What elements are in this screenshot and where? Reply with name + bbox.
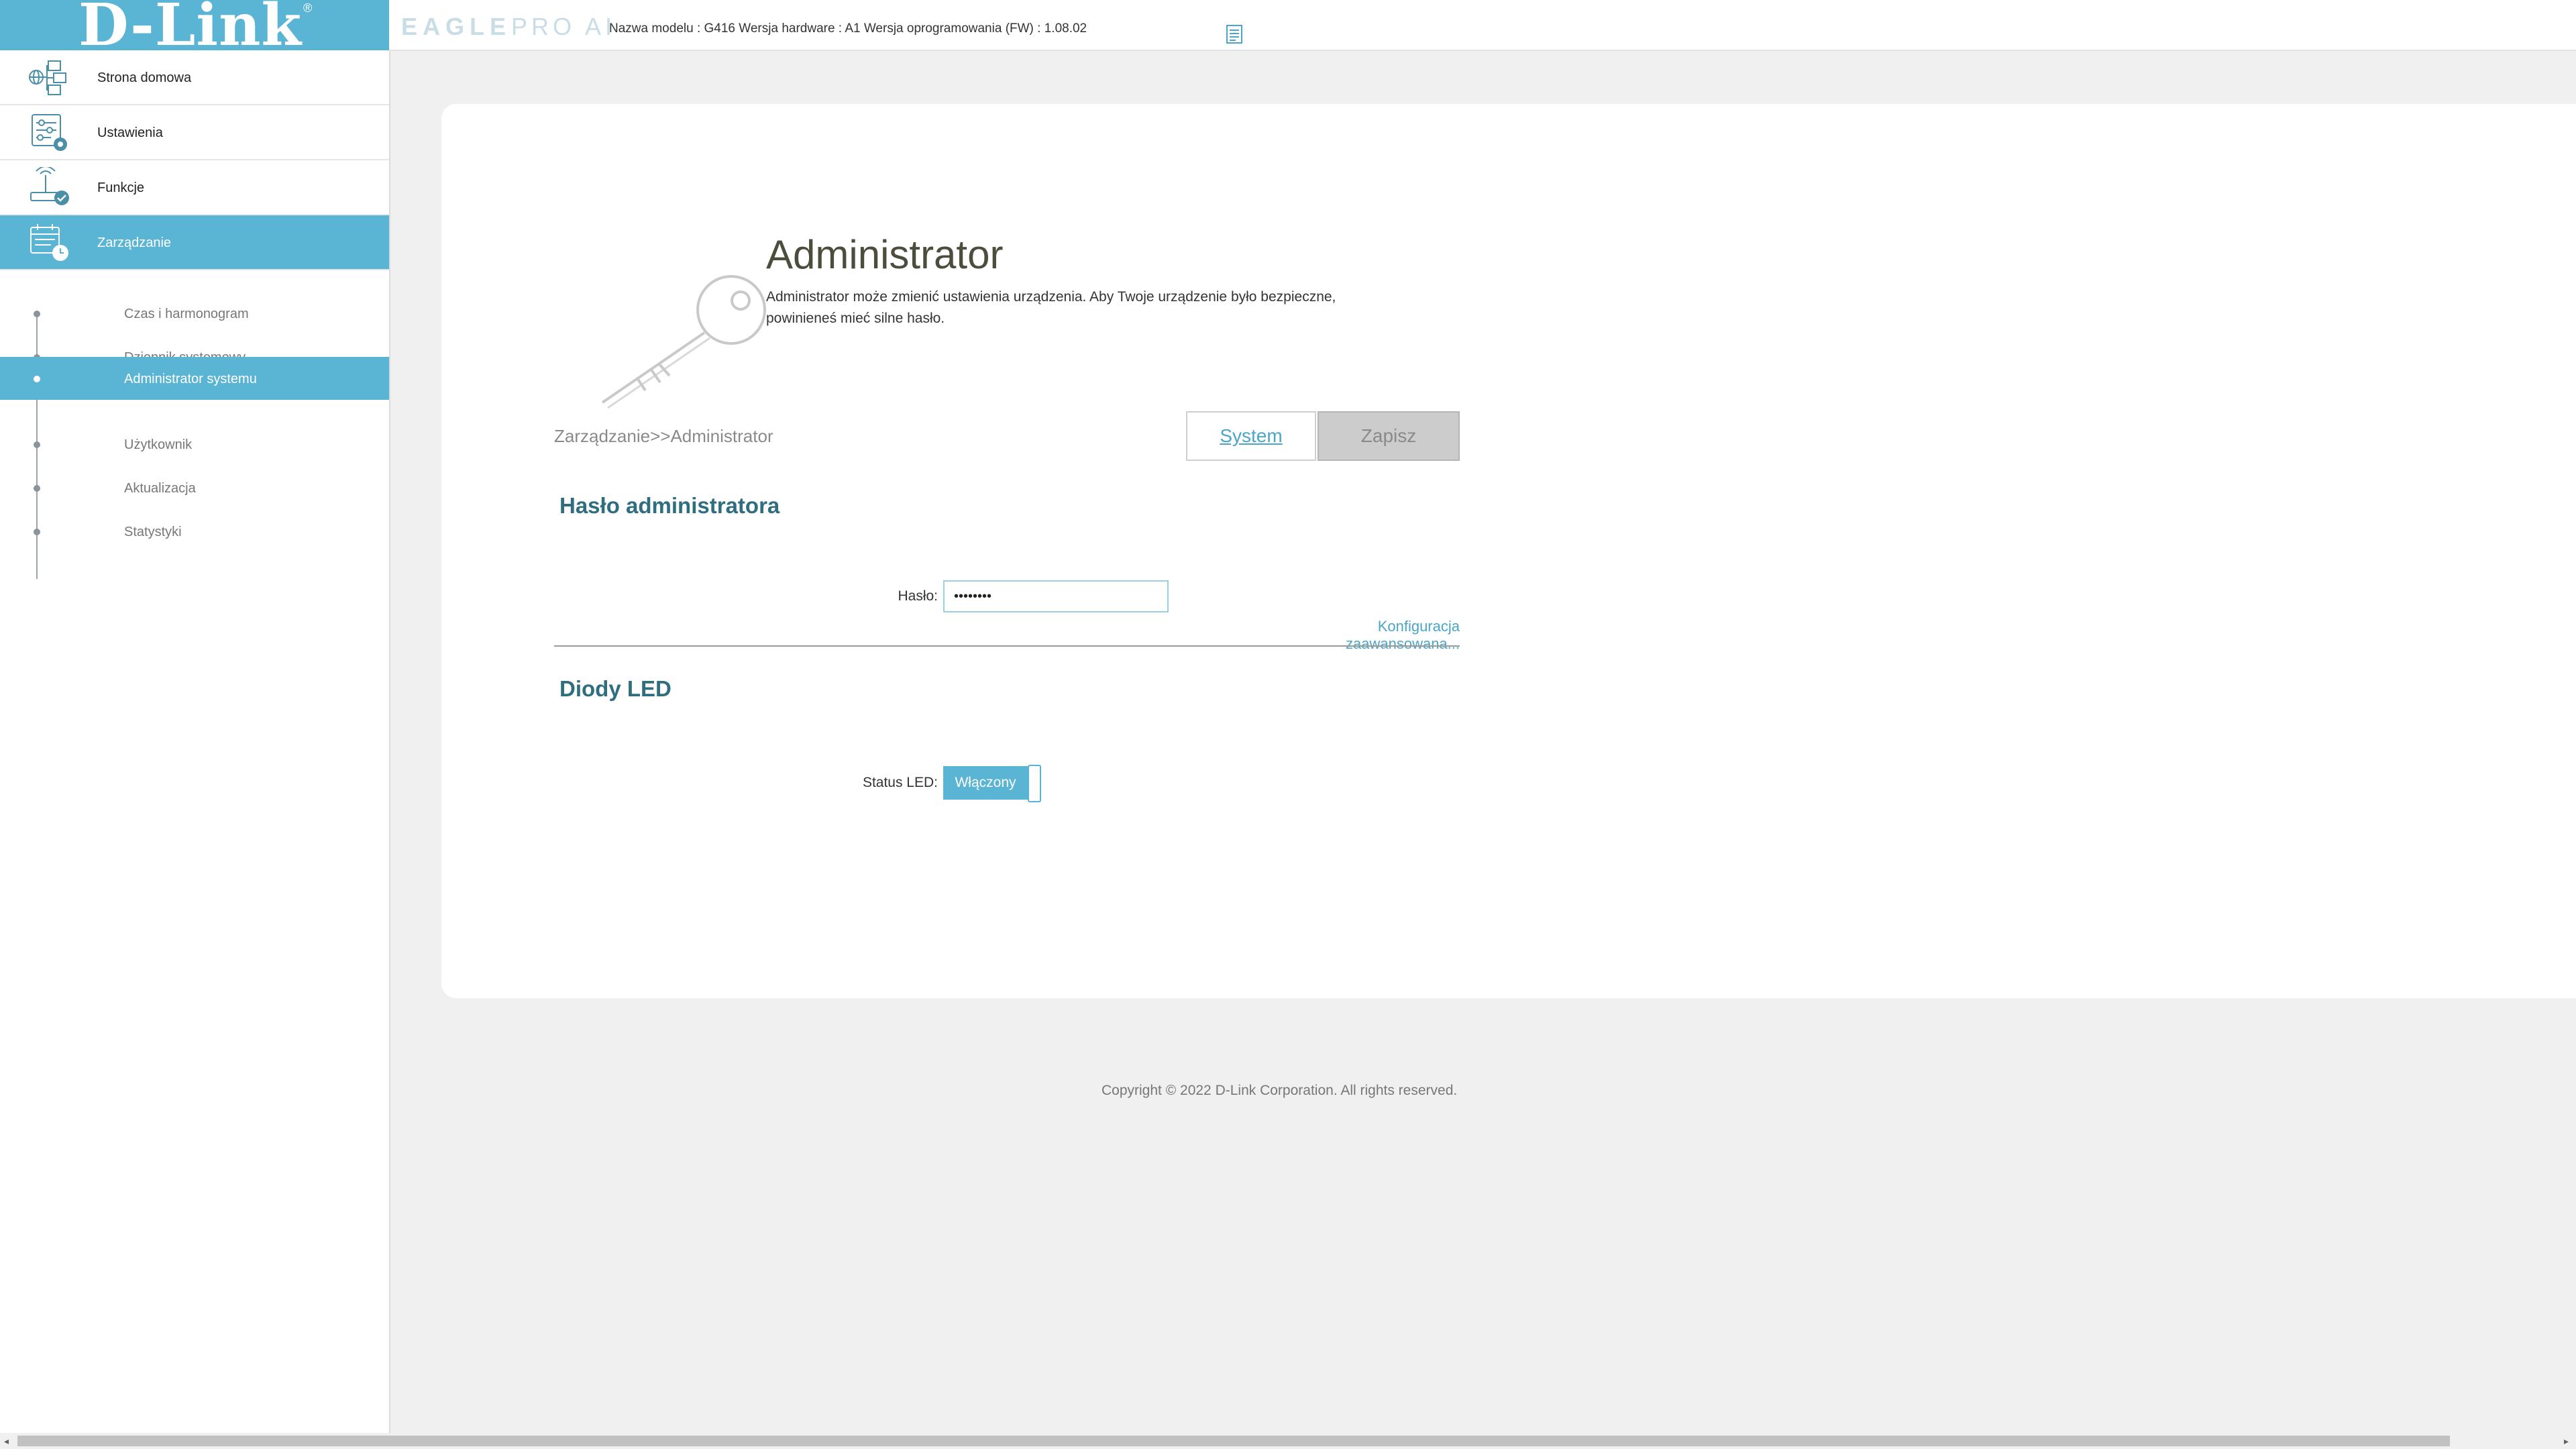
copyright-text: Copyright © 2022 D-Link Corporation. All… bbox=[1102, 1083, 1458, 1098]
sidebar-subitem-statistics[interactable]: Statystyki bbox=[0, 510, 389, 553]
sidebar-subitem-time-schedule[interactable]: Czas i harmonogram bbox=[0, 292, 389, 335]
calendar-clock-icon bbox=[30, 224, 68, 261]
toggle-handle[interactable] bbox=[1028, 765, 1041, 802]
sidebar: Strona domowa Ustawienia Funkcje Zarządz… bbox=[0, 50, 390, 1449]
advanced-config-link[interactable]: Konfiguracja zaawansowana... bbox=[1260, 618, 1460, 653]
dlink-logo: D-Link bbox=[78, 0, 303, 59]
scroll-left-icon[interactable]: ◂ bbox=[4, 1436, 9, 1447]
scrollbar-thumb[interactable] bbox=[17, 1436, 2450, 1446]
tree-dot bbox=[34, 529, 40, 535]
model-info: Nazwa modelu : G416 Wersja hardware : A1… bbox=[609, 21, 1087, 36]
product-name-bold: EAGLE bbox=[401, 13, 512, 40]
sidebar-subitem-label: Czas i harmonogram bbox=[124, 307, 249, 321]
sidebar-subitem-update[interactable]: Aktualizacja bbox=[0, 466, 389, 509]
sidebar-item-label: Zarządzanie bbox=[97, 235, 172, 250]
home-network-icon bbox=[29, 60, 66, 95]
sidebar-item-features[interactable]: Funkcje bbox=[0, 160, 389, 215]
sidebar-subitem-label: Aktualizacja bbox=[124, 481, 196, 496]
sidebar-item-management[interactable]: Zarządzanie bbox=[0, 215, 389, 270]
led-status-toggle[interactable]: Włączony bbox=[943, 765, 1044, 802]
sidebar-item-home[interactable]: Strona domowa bbox=[0, 50, 389, 105]
tree-dot bbox=[34, 376, 40, 382]
sidebar-subitem-label: Statystyki bbox=[124, 525, 182, 539]
settings-sliders-icon bbox=[32, 114, 67, 151]
registered-mark: ® bbox=[303, 1, 313, 15]
product-name: EAGLEPRO AI bbox=[401, 13, 616, 40]
tree-dot bbox=[34, 441, 40, 448]
led-toggle-on-label[interactable]: Włączony bbox=[943, 766, 1028, 800]
tree-dot bbox=[34, 311, 40, 317]
password-label: Hasło: bbox=[898, 588, 938, 604]
admin-password-section-title: Hasło administratora bbox=[559, 493, 780, 518]
save-button[interactable]: Zapisz bbox=[1318, 411, 1460, 461]
led-status-label: Status LED: bbox=[862, 775, 938, 790]
product-name-light: PRO AI bbox=[511, 13, 616, 40]
breadcrumb: Zarządzanie>>Administrator bbox=[554, 426, 773, 446]
top-bar: D-Link ® EAGLEPRO AI Nazwa modelu : G416… bbox=[0, 0, 2576, 58]
sidebar-subitem-label: Użytkownik bbox=[124, 437, 193, 452]
scroll-right-icon[interactable]: ▸ bbox=[2564, 1436, 2569, 1447]
led-section-title: Diody LED bbox=[559, 676, 672, 701]
section-divider bbox=[554, 645, 1460, 647]
tree-dot bbox=[34, 485, 40, 492]
sidebar-item-settings[interactable]: Ustawienia bbox=[0, 105, 389, 160]
logo-area: D-Link ® bbox=[0, 0, 389, 58]
sidebar-item-label: Funkcje bbox=[97, 180, 145, 195]
horizontal-scrollbar[interactable]: ◂ ▸ bbox=[0, 1433, 2576, 1449]
system-button[interactable]: System bbox=[1186, 411, 1316, 461]
router-check-icon bbox=[30, 167, 69, 205]
password-input[interactable] bbox=[943, 580, 1169, 612]
page-description: Administrator może zmienić ustawienia ur… bbox=[766, 289, 1336, 326]
sidebar-subitem-system-admin[interactable]: Administrator systemu bbox=[0, 357, 389, 400]
key-icon bbox=[601, 275, 766, 409]
page-title: Administrator bbox=[766, 232, 1004, 277]
sidebar-subitem-label: Administrator systemu bbox=[124, 372, 257, 386]
document-icon[interactable] bbox=[1225, 24, 1244, 44]
sidebar-item-label: Strona domowa bbox=[97, 70, 192, 85]
sidebar-subitem-user[interactable]: Użytkownik bbox=[0, 423, 389, 466]
content-card: Administrator Administrator może zmienić… bbox=[441, 104, 2576, 998]
sidebar-item-label: Ustawienia bbox=[97, 125, 163, 140]
